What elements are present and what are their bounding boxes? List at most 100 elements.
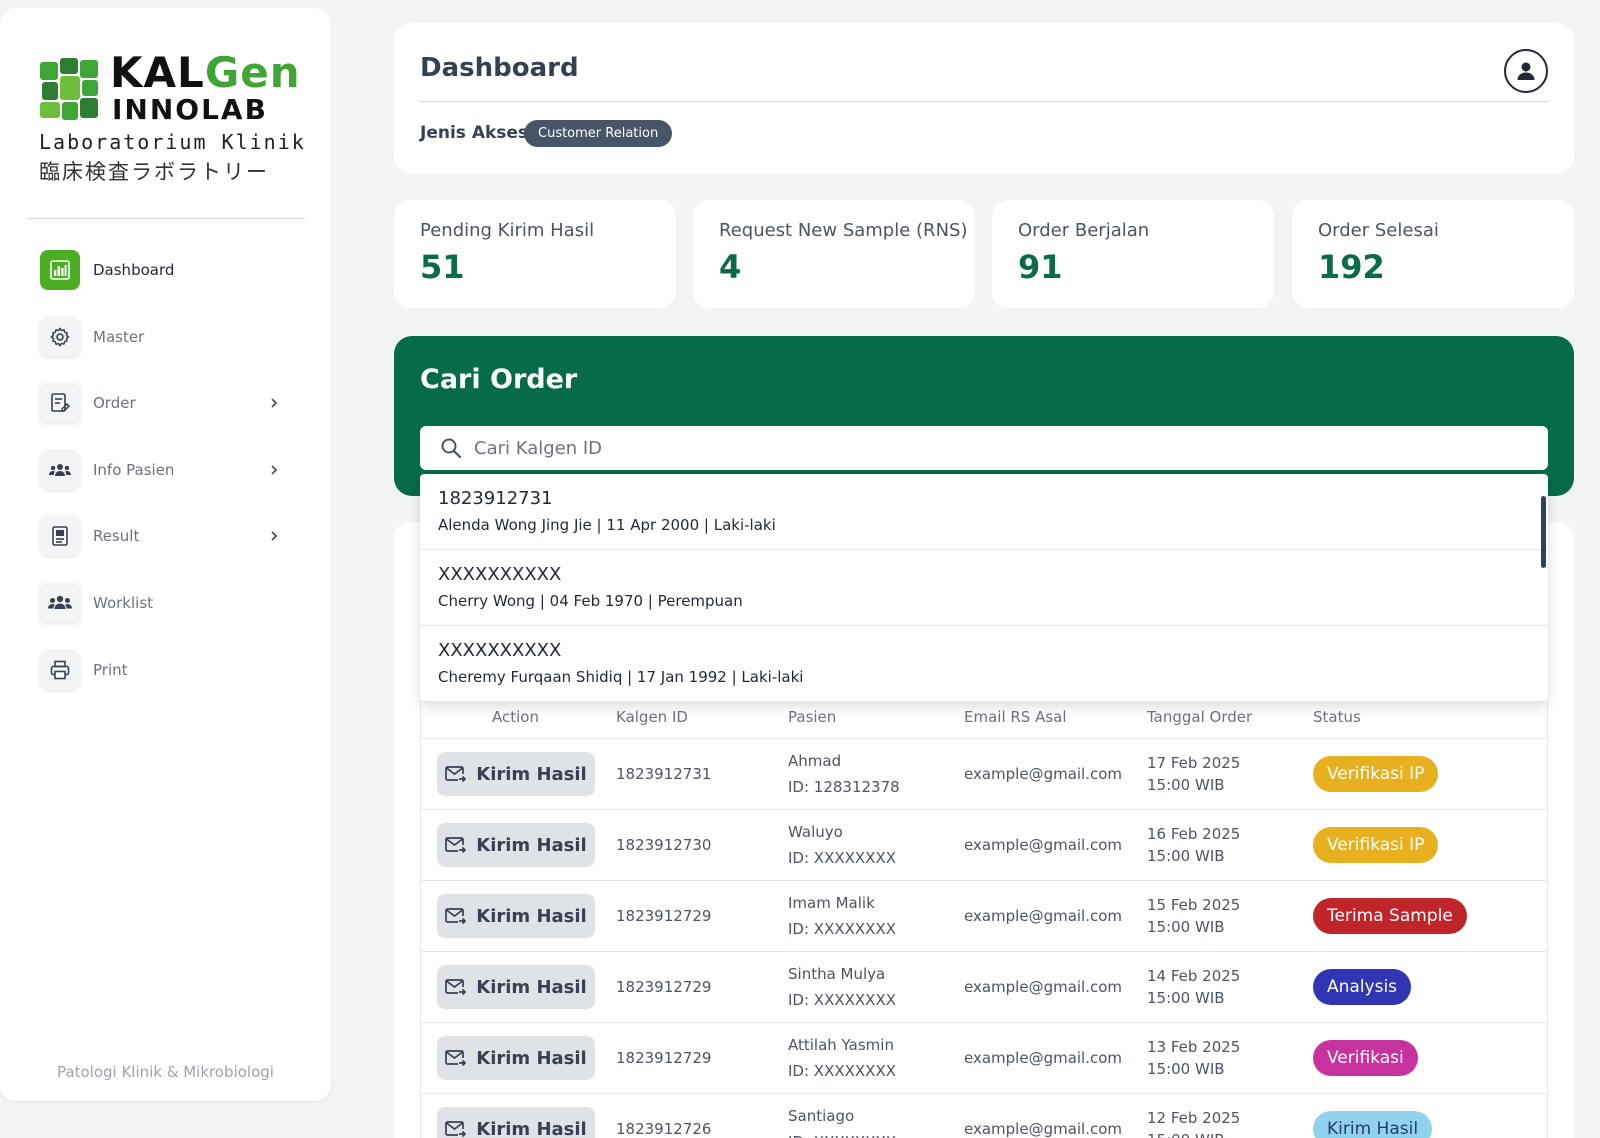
sidebar-item-label: Worklist	[93, 593, 154, 612]
logo-sub-brand: INNOLAB	[112, 93, 268, 126]
table-row: Kirim Hasil 1823912731 Ahmad ID: 128312378 e…	[421, 739, 1547, 810]
kirim-hasil-button[interactable]: Kirim Hasil	[436, 752, 595, 796]
order-icon	[40, 383, 80, 424]
search-icon	[441, 438, 462, 459]
action-cell: Kirim Hasil	[421, 752, 610, 796]
date-cell: 17 Feb 2025 15:00 WIB	[1147, 752, 1313, 796]
sidebar-divider	[27, 218, 305, 219]
kirim-hasil-button[interactable]: Kirim Hasil	[436, 1107, 595, 1138]
sidebar-item-info-pasien[interactable]: Info Pasien	[40, 449, 300, 490]
status-cell: Verifikasi IP	[1313, 827, 1547, 863]
status-badge: Kirim Hasil	[1313, 1111, 1433, 1138]
users-icon	[40, 449, 80, 490]
mail-send-icon	[445, 766, 467, 783]
sidebar-item-master[interactable]: Master	[40, 316, 300, 357]
pasien-name: Imam Malik	[788, 894, 875, 912]
search-result-item[interactable]: XXXXXXXXXX Cherry Wong | 04 Feb 1970 | P…	[420, 550, 1548, 626]
user-icon	[1517, 62, 1535, 80]
avatar[interactable]	[1504, 49, 1548, 93]
pasien-id: ID: 128312378	[788, 778, 900, 796]
sidebar: KALGen INNOLAB Laboratorium Klinik 臨床検査ラ…	[0, 8, 331, 1101]
pasien-id: ID: XXXXXXXX	[788, 920, 897, 938]
order-time: 15:00 WIB	[1147, 1060, 1225, 1078]
stat-card-pending: Pending Kirim Hasil 51	[394, 200, 676, 308]
search-title: Cari Order	[420, 364, 578, 395]
header-date: Tanggal Order	[1147, 707, 1253, 726]
header-card: Dashboard Jenis Akses Customer Relation	[394, 23, 1574, 173]
order-date: 13 Feb 2025	[1147, 1038, 1241, 1056]
header-divider	[420, 101, 1548, 102]
search-result-item[interactable]: XXXXXXXXXX Cheremy Furqaan Shidiq | 17 J…	[420, 626, 1548, 702]
result-id: XXXXXXXXXX	[438, 640, 562, 661]
search-input[interactable]	[474, 437, 1548, 459]
kirim-hasil-button[interactable]: Kirim Hasil	[436, 894, 595, 938]
stat-label: Order Berjalan	[1018, 220, 1150, 241]
sidebar-item-result[interactable]: Result	[40, 516, 300, 557]
date-cell: 14 Feb 2025 15:00 WIB	[1147, 965, 1313, 1009]
stat-card-berjalan: Order Berjalan 91	[992, 200, 1274, 308]
logo-brand-right: Gen	[204, 48, 301, 97]
printer-icon	[40, 649, 80, 690]
header-status: Status	[1313, 707, 1361, 726]
result-info: Cheremy Furqaan Shidiq | 17 Jan 1992 | L…	[438, 668, 804, 686]
pasien-cell: Waluyo ID: XXXXXXXX	[788, 819, 964, 871]
status-badge: Analysis	[1313, 969, 1412, 1005]
pasien-id: ID: XXXXXXXX	[788, 1062, 897, 1080]
order-date: 14 Feb 2025	[1147, 967, 1241, 985]
pasien-cell: Sintha Mulya ID: XXXXXXXX	[788, 961, 964, 1013]
order-time: 15:00 WIB	[1147, 847, 1225, 865]
pasien-name: Santiago	[788, 1107, 855, 1125]
pasien-id: ID: XXXXXXXX	[788, 849, 897, 867]
stat-label: Pending Kirim Hasil	[420, 220, 595, 241]
status-badge: Verifikasi	[1313, 1040, 1418, 1076]
pasien-cell: Attilah Yasmin ID: XXXXXXXX	[788, 1032, 964, 1084]
pasien-cell: Imam Malik ID: XXXXXXXX	[788, 890, 964, 942]
order-date: 15 Feb 2025	[1147, 896, 1241, 914]
result-info: Alenda Wong Jing Jie | 11 Apr 2000 | Lak…	[438, 516, 776, 534]
kirim-hasil-label: Kirim Hasil	[476, 834, 587, 856]
order-time: 15:00 WIB	[1147, 989, 1225, 1007]
sidebar-item-order[interactable]: Order	[40, 383, 300, 424]
action-cell: Kirim Hasil	[421, 965, 610, 1009]
result-info: Cherry Wong | 04 Feb 1970 | Perempuan	[438, 592, 743, 610]
sidebar-footer: Patologi Klinik & Mikrobiologi	[57, 1063, 274, 1081]
search-box[interactable]	[420, 426, 1548, 470]
kirim-hasil-label: Kirim Hasil	[476, 976, 587, 998]
date-cell: 13 Feb 2025 15:00 WIB	[1147, 1036, 1313, 1080]
mail-send-icon	[445, 1050, 467, 1067]
status-badge: Terima Sample	[1313, 898, 1467, 934]
kirim-hasil-button[interactable]: Kirim Hasil	[436, 965, 595, 1009]
order-date: 16 Feb 2025	[1147, 825, 1241, 843]
kalgen-id-cell: 1823912726	[616, 1120, 712, 1138]
header-pasien: Pasien	[788, 707, 837, 726]
stat-label: Order Selesai	[1318, 220, 1439, 241]
gear-icon	[40, 316, 80, 357]
email-cell: example@gmail.com	[964, 1049, 1123, 1067]
search-panel: Cari Order	[394, 336, 1574, 496]
kirim-hasil-button[interactable]: Kirim Hasil	[436, 1036, 595, 1080]
table-row: Kirim Hasil 1823912730 Waluyo ID: XXXXXXXX e…	[421, 810, 1547, 881]
order-date: 12 Feb 2025	[1147, 1109, 1241, 1127]
mail-send-icon	[445, 1121, 467, 1138]
dropdown-scrollbar[interactable]	[1541, 496, 1546, 568]
result-id: XXXXXXXXXX	[438, 564, 562, 585]
sidebar-item-dashboard[interactable]: Dashboard	[40, 250, 300, 290]
kirim-hasil-button[interactable]: Kirim Hasil	[436, 823, 595, 867]
action-cell: Kirim Hasil	[421, 1107, 610, 1138]
search-results-dropdown: 1823912731 Alenda Wong Jing Jie | 11 Apr…	[420, 474, 1548, 702]
stat-label: Request New Sample (RNS)	[719, 220, 968, 241]
logo-tagline-jp: 臨床検査ラボラトリー	[39, 160, 269, 184]
bar-chart-icon	[40, 250, 80, 290]
search-result-item[interactable]: 1823912731 Alenda Wong Jing Jie | 11 Apr…	[420, 474, 1548, 550]
sidebar-item-worklist[interactable]: Worklist	[40, 582, 300, 623]
pasien-name: Sintha Mulya	[788, 965, 886, 983]
access-badge: Customer Relation	[524, 120, 673, 147]
sidebar-item-print[interactable]: Print	[40, 649, 300, 690]
orders-table: Action Kalgen ID Pasien Email RS Asal Ta…	[420, 694, 1548, 1138]
status-badge: Verifikasi IP	[1313, 756, 1439, 792]
order-time: 15:00 WIB	[1147, 1129, 1313, 1138]
pasien-cell: Santiago ID: XXXXXXXX	[788, 1103, 964, 1138]
mail-send-icon	[445, 979, 467, 996]
page-title: Dashboard	[420, 53, 579, 83]
logo-brand-left: KAL	[110, 48, 205, 97]
